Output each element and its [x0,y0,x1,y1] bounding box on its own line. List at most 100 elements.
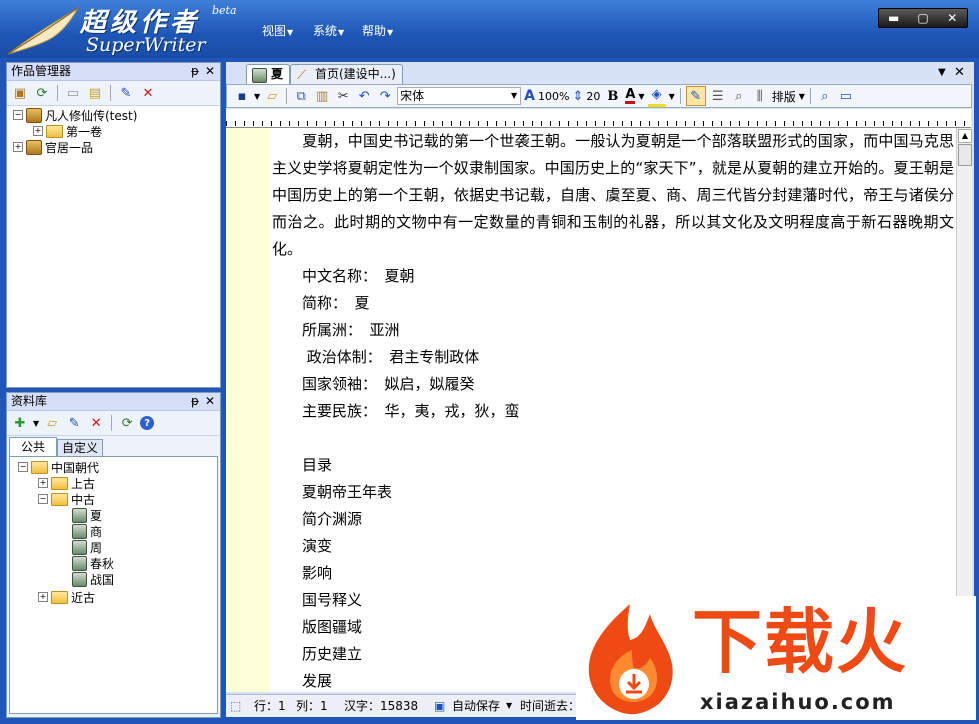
minimize-button[interactable]: ▬ [879,9,908,27]
add-icon[interactable]: ✚ [11,414,29,432]
tree-item-doc[interactable]: 战国 [72,571,114,587]
refresh-icon[interactable]: ⟳ [118,414,136,432]
tree-item-label: 周 [90,540,103,555]
copy-icon[interactable]: ⧉ [292,87,310,105]
menu-system[interactable]: 系统▼ [313,22,344,39]
library-panel-header: 资料库 ᵽ ✕ [7,393,220,411]
expand-toggle[interactable]: + [38,478,48,488]
tree-item-folder[interactable]: + 近古 [38,589,95,605]
tree-item-doc[interactable]: 商 [72,523,102,539]
edit-pencil-icon[interactable]: ✎ [65,414,83,432]
document-line: 简介渊源 [302,510,363,528]
line-spacing-value[interactable]: 20 [586,90,600,103]
document-line: 主要民族： 华，夷，戎，狄，蛮 [302,402,520,420]
ruler [226,109,971,128]
fullscreen-icon[interactable]: ▭ [837,87,855,105]
scroll-thumb[interactable] [958,144,972,166]
tab-list-dropdown-icon[interactable]: ▼ [938,67,946,78]
collapse-toggle[interactable]: − [38,494,48,504]
tab-xia[interactable]: 夏 [246,64,291,84]
find-icon[interactable]: ⌕ [816,87,834,105]
status-char-count: 汉字：15838 [344,699,419,713]
chevron-down-icon[interactable]: ▼ [669,92,675,101]
toolbar-separator [809,88,811,104]
app-logo-en: SuperWriter [86,34,206,56]
tree-item-label: 商 [90,524,103,539]
paste-icon[interactable]: ▥ [313,87,331,105]
maximize-button[interactable]: ▢ [908,9,937,27]
open-folder-icon[interactable]: ▱ [43,414,61,432]
layout-icon: ⫼ [756,88,763,104]
tree-item-folder[interactable]: − 中古 [38,491,95,507]
library-panel: 资料库 ᵽ ✕ ✚ ▼ ▱ ✎ ✕ ⟳ ? 公共 自定义 − 中国朝代 + 上古… [6,392,221,718]
delete-icon[interactable]: ✕ [87,414,105,432]
pin-icon[interactable]: ᵽ [191,63,199,80]
save-icon[interactable]: ▪ [233,87,251,105]
tab-homepage[interactable]: ⟋ 首页(建设中...) [290,64,403,84]
chevron-down-icon[interactable]: ▼ [638,92,644,101]
tree-item-work[interactable]: − 凡人修仙传(test) [13,107,137,123]
font-color-button[interactable]: A [625,88,636,104]
chevron-down-icon[interactable]: ▼ [506,695,512,717]
tree-item-doc[interactable]: 夏 [72,507,102,523]
tab-label: 夏 [271,67,284,81]
menu-help[interactable]: 帮助▼ [362,22,393,39]
cut-icon[interactable]: ✂ [334,87,352,105]
open-folder-icon[interactable]: ▱ [263,87,281,105]
print-preview-icon[interactable]: ⌕ [730,87,748,105]
tab-custom[interactable]: 自定义 [57,439,103,456]
chevron-down-icon: ▼ [387,28,394,37]
pin-icon[interactable]: ᵽ [191,393,199,410]
undo-icon[interactable]: ↶ [355,87,373,105]
chevron-down-icon[interactable]: ▼ [254,92,260,101]
chevron-down-icon: ▼ [511,91,518,100]
scroll-up-icon[interactable]: ▲ [958,129,972,143]
outline-view-icon[interactable]: ☰ [709,87,727,105]
tree-item-doc[interactable]: 周 [72,539,102,555]
expand-toggle[interactable]: + [13,142,23,152]
folder-icon[interactable]: ▭ [64,84,82,102]
redo-icon[interactable]: ↷ [376,87,394,105]
document-icon [72,571,87,587]
tree-item-folder[interactable]: + 上古 [38,475,95,491]
tree-item-volume[interactable]: + 第一卷 [33,123,102,139]
menu-view[interactable]: 视图▼ [262,22,293,39]
tree-item-dynasty-root[interactable]: − 中国朝代 [18,459,99,475]
chevron-down-icon[interactable]: ▼ [33,419,39,428]
chevron-down-icon[interactable]: ▼ [799,92,805,101]
font-select[interactable]: 宋体 ▼ [397,87,522,105]
expand-toggle[interactable]: + [33,126,43,136]
close-tab-icon[interactable]: ✕ [954,65,965,80]
autosave-toggle[interactable]: 自动保存 [452,695,500,717]
close-window-button[interactable]: ✕ [938,9,967,27]
tree-item-label: 中古 [71,492,96,507]
close-icon[interactable]: ✕ [205,63,215,80]
document-line: 所属洲： 亚洲 [302,321,400,339]
collapse-toggle[interactable]: − [18,462,28,472]
highlight-icon[interactable]: ◈ [647,86,666,107]
tab-public[interactable]: 公共 [9,437,57,456]
help-icon[interactable]: ? [140,416,155,430]
tree-item-work[interactable]: + 官居一品 [13,139,93,155]
layout-button[interactable]: 排版 [772,88,796,105]
bold-button[interactable]: B [607,89,618,104]
zoom-value[interactable]: 100% [538,90,569,103]
document-icon [72,523,87,539]
close-icon[interactable]: ✕ [205,393,215,410]
collapse-toggle[interactable]: − [13,110,23,120]
refresh-icon[interactable]: ⟳ [33,84,51,102]
feather-logo-icon [7,6,80,55]
document-line: 目录 [302,456,333,474]
tree-item-doc[interactable]: 春秋 [72,555,114,571]
library-toolbar: ✚ ▼ ▱ ✎ ✕ ⟳ ? [7,411,220,436]
add-book-icon[interactable]: ▣ [11,84,29,102]
toolbar-separator [57,85,58,101]
tree-item-label: 战国 [90,572,115,587]
edit-mode-icon[interactable]: ✎ [685,86,706,106]
tree-item-label: 第一卷 [66,124,103,139]
edit-pencil-icon[interactable]: ✎ [117,84,135,102]
delete-icon[interactable]: ✕ [139,84,157,102]
expand-toggle[interactable]: + [38,592,48,602]
new-document-icon[interactable]: ▤ [86,84,104,102]
book-icon [26,107,42,123]
